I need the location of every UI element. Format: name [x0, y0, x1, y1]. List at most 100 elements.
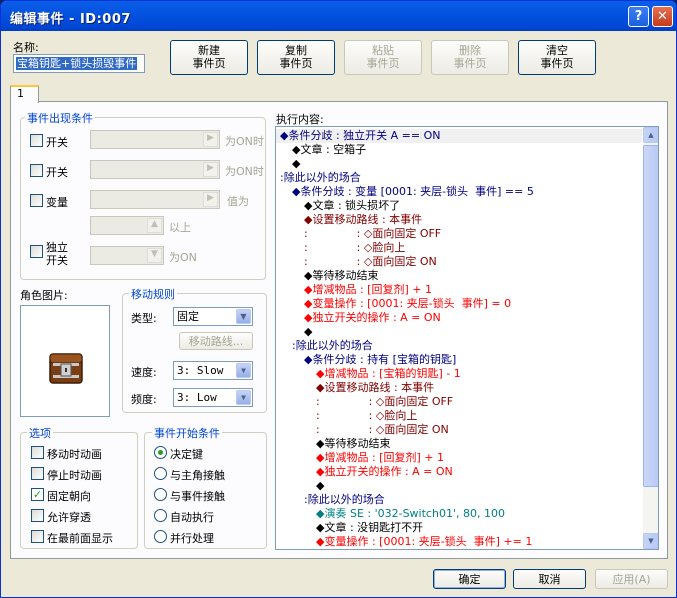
exec-line[interactable]: ◆变量操作 : [0001: 夹层-锁头 事件] = 0 — [276, 297, 636, 311]
treasure-chest-icon — [49, 353, 83, 384]
exec-content-list[interactable]: ◆条件分歧 : 独立开关 A == ON ◆文章 : 空箱子 ◆:除此以外的场合 ◆条… — [275, 126, 659, 550]
exec-line[interactable]: ◆独立开关的操作 : A = ON — [276, 311, 636, 325]
exec-line[interactable]: :除此以外的场合 — [276, 339, 636, 353]
move-speed-select[interactable]: 3: Slow ▼ — [173, 361, 253, 380]
exec-line[interactable]: : : ◇面向固定 ON — [276, 423, 636, 437]
self-switch-checkbox[interactable] — [30, 245, 43, 258]
move-type-label: 类型: — [131, 312, 157, 325]
switch1-label: 开关 — [46, 136, 68, 149]
trigger-player-touch-radio[interactable] — [154, 467, 167, 480]
exec-line[interactable]: ◆独立开关的操作 : A = ON — [276, 465, 636, 479]
switch1-checkbox[interactable] — [30, 134, 43, 147]
through-label: 允许穿透 — [47, 511, 91, 524]
exec-line[interactable]: : : ◇脸向上 — [276, 241, 636, 255]
exec-line[interactable]: ◆条件分歧 : 持有 [宝箱的钥匙] — [276, 353, 636, 367]
scroll-up-icon[interactable]: ▲ — [643, 127, 658, 143]
delete-page-button[interactable]: 删除 事件页 — [431, 40, 509, 75]
self-switch-suffix: 为ON — [169, 251, 197, 264]
step-anim-checkbox[interactable] — [31, 467, 44, 480]
movement-title: 移动规则 — [129, 286, 177, 302]
variable-select[interactable]: ▶ — [90, 190, 220, 209]
exec-line[interactable]: ◆条件分歧 : 独立开关 A == ON — [276, 129, 642, 143]
trigger-parallel-label: 并行处理 — [170, 532, 214, 545]
apply-button[interactable]: 应用(A) — [595, 569, 668, 589]
trigger-parallel-radio[interactable] — [154, 530, 167, 543]
exec-line[interactable]: ◆增减物品 : [回复剂] + 1 — [276, 283, 636, 297]
ok-button[interactable]: 确定 — [433, 569, 506, 589]
variable-stepper-icon: ▲ — [147, 218, 162, 233]
trigger-autorun-radio[interactable] — [154, 509, 167, 522]
variable-arrow-icon: ▶ — [203, 192, 218, 207]
variable-value-stepper[interactable]: ▲ — [90, 216, 164, 235]
walk-anim-checkbox[interactable] — [31, 446, 44, 459]
exec-line[interactable]: : : ◇脸向上 — [276, 409, 636, 423]
move-type-select[interactable]: 固定 ▼ — [173, 307, 253, 326]
move-speed-label: 速度: — [131, 366, 157, 379]
vertical-scrollbar[interactable]: ▲ ▼ — [643, 127, 658, 549]
copy-page-button[interactable]: 复制 事件页 — [257, 40, 335, 75]
self-switch-select[interactable]: ▼ — [90, 246, 164, 265]
trigger-autorun-label: 自动执行 — [170, 511, 214, 524]
trigger-title: 事件开始条件 — [152, 425, 222, 441]
scroll-thumb[interactable] — [643, 145, 658, 487]
switch1-suffix: 为ON时 — [225, 135, 264, 148]
title-bar[interactable]: 编辑事件 - ID:007 ? ✕ — [1, 1, 676, 31]
exec-line[interactable]: ◆变量操作 : [0001: 夹层-锁头 事件] += 1 — [276, 535, 636, 549]
exec-line[interactable]: ◆ — [276, 157, 636, 171]
tab-page-1[interactable]: 1 — [10, 85, 39, 103]
exec-line[interactable]: : : ◇面向固定 OFF — [276, 227, 636, 241]
variable-checkbox[interactable] — [30, 194, 43, 207]
switch2-suffix: 为ON时 — [225, 165, 264, 178]
switch2-select[interactable]: ▶ — [90, 160, 220, 179]
paste-page-button[interactable]: 粘贴 事件页 — [344, 40, 422, 75]
trigger-event-touch-label: 与事件接触 — [170, 490, 225, 503]
exec-line[interactable]: : : ◇面向固定 OFF — [276, 395, 636, 409]
trigger-event-touch-radio[interactable] — [154, 488, 167, 501]
cancel-button[interactable]: 取消 — [513, 569, 586, 589]
name-label: 名称: — [13, 41, 39, 54]
exec-line[interactable]: ◆设置移动路线 : 本事件 — [276, 381, 636, 395]
trigger-action-label: 决定键 — [170, 448, 203, 461]
exec-line[interactable]: ◆等待移动结束 — [276, 269, 636, 283]
event-graphic-preview[interactable] — [20, 305, 110, 417]
exec-line[interactable]: :除此以外的场合 — [276, 493, 636, 507]
switch2-checkbox[interactable] — [30, 164, 43, 177]
exec-line[interactable]: ◆文章 : 没钥匙打不开 — [276, 521, 636, 535]
chevron-down-icon: ▼ — [236, 363, 251, 378]
walk-anim-label: 移动时动画 — [47, 448, 102, 461]
exec-label: 执行内容: — [276, 113, 324, 126]
move-freq-select[interactable]: 3: Low ▼ — [173, 388, 253, 407]
move-route-button[interactable]: 移动路线... — [179, 332, 253, 350]
exec-line[interactable]: ◆设置移动路线 : 本事件 — [276, 213, 636, 227]
help-icon[interactable]: ? — [628, 6, 649, 27]
direction-fix-checkbox[interactable]: ✓ — [31, 488, 44, 501]
exec-line[interactable]: ◆增减物品 : [宝箱的钥匙] - 1 — [276, 367, 636, 381]
exec-line[interactable]: ◆条件分歧 : 变量 [0001: 夹层-锁头 事件] == 5 — [276, 185, 636, 199]
chevron-down-icon: ▼ — [236, 390, 251, 405]
variable-suffix: 值为 — [227, 195, 249, 208]
close-icon[interactable]: ✕ — [652, 6, 673, 27]
always-on-top-label: 在最前面显示 — [47, 532, 113, 545]
event-name-input[interactable]: 宝箱钥匙+锁头损毁事件 — [13, 54, 145, 73]
exec-line[interactable]: ◆ — [276, 325, 636, 339]
chevron-down-icon: ▼ — [236, 309, 251, 324]
always-on-top-checkbox[interactable] — [31, 530, 44, 543]
exec-line[interactable]: ◆增减物品 : [回复剂] + 1 — [276, 451, 636, 465]
clear-page-button[interactable]: 清空 事件页 — [518, 40, 596, 75]
exec-line[interactable]: ◆文章 : 锁头损坏了 — [276, 199, 636, 213]
exec-line[interactable]: : : ◇面向固定 ON — [276, 255, 636, 269]
through-checkbox[interactable] — [31, 509, 44, 522]
new-page-button[interactable]: 新建 事件页 — [170, 40, 248, 75]
exec-line[interactable]: ◆文章 : 空箱子 — [276, 143, 636, 157]
exec-line[interactable]: ◆等待移动结束 — [276, 437, 636, 451]
switch1-select[interactable]: ▶ — [90, 130, 220, 149]
conditions-title: 事件出现条件 — [25, 110, 95, 126]
exec-line[interactable]: ◆演奏 SE : '032-Switch01', 80, 100 — [276, 507, 636, 521]
exec-line[interactable]: ◆ — [276, 479, 636, 493]
event-name-value: 宝箱钥匙+锁头损毁事件 — [16, 57, 138, 70]
edit-event-dialog: 编辑事件 - ID:007 ? ✕ 名称: 宝箱钥匙+锁头损毁事件 新建 事件页 … — [0, 0, 677, 598]
switch2-label: 开关 — [46, 166, 68, 179]
exec-line[interactable]: :除此以外的场合 — [276, 171, 636, 185]
trigger-action-radio[interactable] — [154, 446, 167, 459]
scroll-down-icon[interactable]: ▼ — [643, 533, 658, 549]
